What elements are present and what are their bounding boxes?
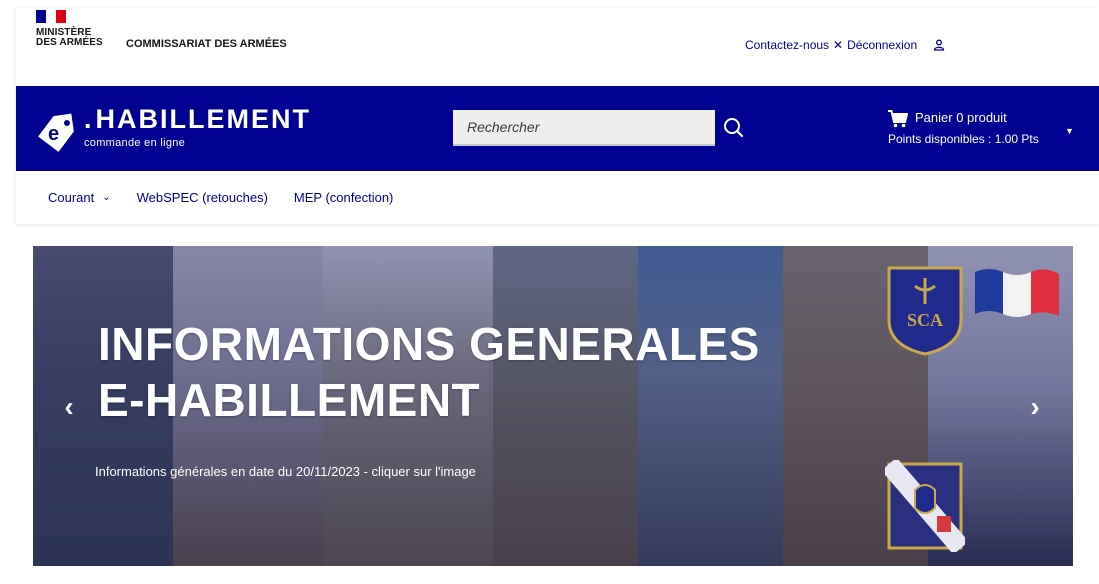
brand-title[interactable]: .HABILLEMENT <box>84 104 311 135</box>
chevron-left-icon[interactable]: ‹ <box>57 391 81 425</box>
nav-item-mep[interactable]: MEP (confection) <box>294 190 393 205</box>
french-flag-icon <box>975 269 1059 317</box>
svg-text:e: e <box>48 123 59 145</box>
regiment-badge-icon <box>885 460 965 552</box>
main-nav: Courant ⌄ WebSPEC (retouches) MEP (confe… <box>16 171 1099 224</box>
badge-text: SCA <box>907 310 943 330</box>
brand-subtitle: commande en ligne <box>84 137 186 149</box>
user-icon[interactable] <box>933 39 945 51</box>
close-x-icon: ✕ <box>833 38 844 52</box>
brand-band: e .HABILLEMENT commande en ligne Panier … <box>16 86 1099 171</box>
logout-link[interactable]: Déconnexion <box>847 38 917 52</box>
banner-title: INFORMATIONS GENERALES E-HABILLEMENT <box>98 318 760 426</box>
page: MINISTÈRE DES ARMÉES COMMISSARIAT DES AR… <box>0 0 1099 584</box>
ministry-logo-text: MINISTÈRE DES ARMÉES <box>36 27 103 48</box>
nav-item-courant[interactable]: Courant ⌄ <box>48 190 111 205</box>
chevron-down-icon: ⌄ <box>102 192 111 203</box>
cart-icon[interactable] <box>888 110 909 128</box>
chevron-right-icon[interactable]: › <box>1023 391 1047 425</box>
top-links: Contactez-nous ✕ Déconnexion <box>745 38 945 52</box>
nav-item-webspec[interactable]: WebSPEC (retouches) <box>137 190 268 205</box>
banner-caption[interactable]: Informations générales en date du 20/11/… <box>95 464 476 479</box>
top-bar: MINISTÈRE DES ARMÉES COMMISSARIAT DES AR… <box>16 8 1099 86</box>
french-flag-logo <box>36 10 66 23</box>
hero-carousel[interactable]: SCA INFORMATIONS GENERALES E-HABILLEMENT… <box>33 246 1073 566</box>
search-icon[interactable] <box>720 114 748 142</box>
tag-logo-icon[interactable]: e <box>34 108 82 152</box>
site-header: MINISTÈRE DES ARMÉES COMMISSARIAT DES AR… <box>16 8 1099 224</box>
caret-down-icon[interactable]: ▼ <box>1065 126 1074 136</box>
contact-link[interactable]: Contactez-nous <box>745 38 829 52</box>
commissariat-label: COMMISSARIAT DES ARMÉES <box>126 38 287 50</box>
search-input[interactable] <box>453 110 715 146</box>
sca-badge-icon: SCA <box>887 266 963 356</box>
cart-label[interactable]: Panier 0 produit <box>915 110 1007 125</box>
points-available: Points disponibles : 1.00 Pts <box>888 132 1039 146</box>
